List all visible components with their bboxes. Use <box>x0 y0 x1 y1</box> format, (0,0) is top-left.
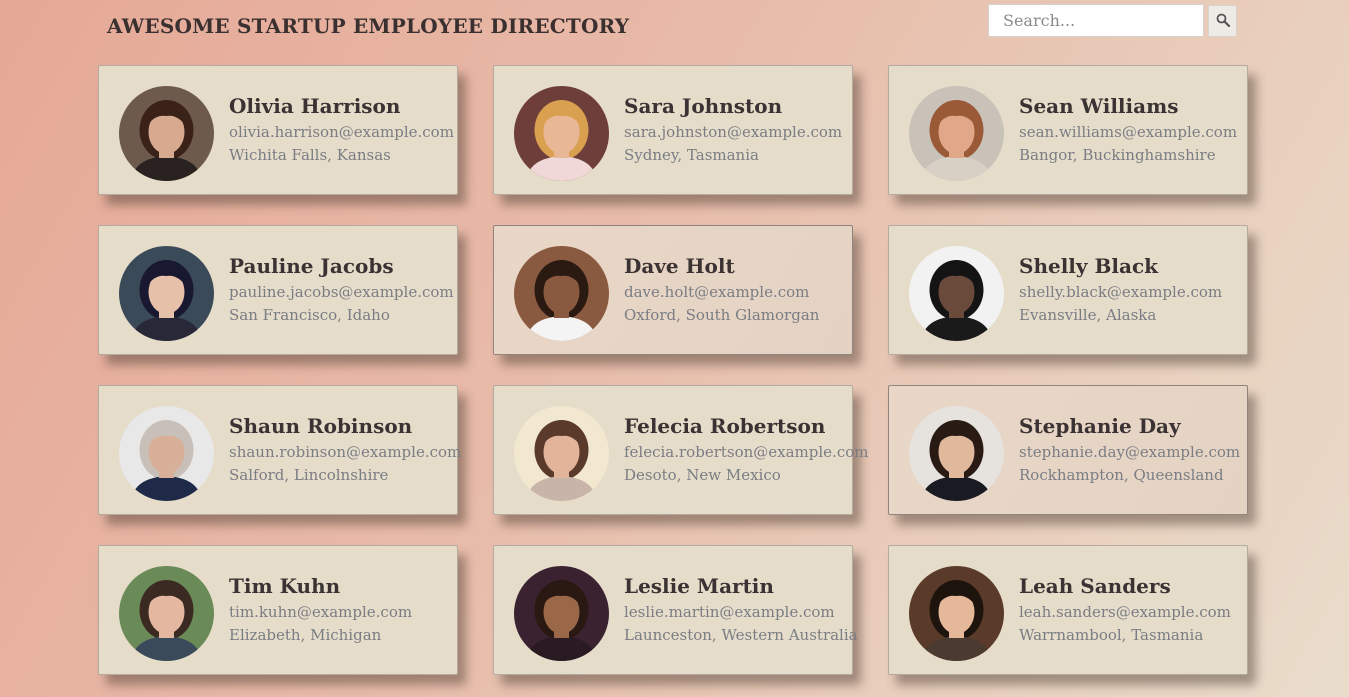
employee-email: tim.kuhn@example.com <box>229 603 413 621</box>
employee-card[interactable]: Sean Williams sean.williams@example.com Ba… <box>888 65 1248 195</box>
avatar <box>119 406 214 501</box>
portrait-image <box>119 246 214 341</box>
employee-name: Olivia Harrison <box>229 94 401 118</box>
portrait-image <box>514 246 609 341</box>
avatar <box>909 566 1004 661</box>
employee-name: Stephanie Day <box>1019 414 1181 438</box>
employee-email: felecia.robertson@example.com <box>624 443 869 461</box>
employee-email: pauline.jacobs@example.com <box>229 283 454 301</box>
employee-card[interactable]: Leah Sanders leah.sanders@example.com Warr… <box>888 545 1248 675</box>
avatar <box>514 86 609 181</box>
portrait-image <box>909 566 1004 661</box>
employee-name: Felecia Robertson <box>624 414 826 438</box>
employee-card[interactable]: Leslie Martin leslie.martin@example.com La… <box>493 545 858 675</box>
employee-location: Sydney, Tasmania <box>624 146 759 164</box>
employee-email: shaun.robinson@example.com <box>229 443 462 461</box>
employee-email: sean.williams@example.com <box>1019 123 1238 141</box>
employee-card[interactable]: Shaun Robinson shaun.robinson@example.com… <box>98 385 462 515</box>
portrait-image <box>514 86 609 181</box>
employee-name: Leslie Martin <box>624 574 774 598</box>
employee-location: Desoto, New Mexico <box>624 466 781 484</box>
portrait-image <box>119 86 214 181</box>
employee-name: Shaun Robinson <box>229 414 413 438</box>
employee-name: Sara Johnston <box>624 94 783 118</box>
portrait-image <box>119 406 214 501</box>
employee-card[interactable]: Shelly Black shelly.black@example.com Evan… <box>888 225 1248 355</box>
avatar <box>119 246 214 341</box>
employee-location: Evansville, Alaska <box>1019 306 1157 324</box>
portrait-image <box>514 406 609 501</box>
employee-card[interactable]: Stephanie Day stephanie.day@example.com Ro… <box>888 385 1248 515</box>
avatar <box>119 566 214 661</box>
avatar <box>909 86 1004 181</box>
magnifier-icon <box>1216 12 1230 31</box>
employee-location: Rockhampton, Queensland <box>1019 466 1224 484</box>
employee-name: Shelly Black <box>1019 254 1158 278</box>
employee-card[interactable]: Felecia Robertson felecia.robertson@examp… <box>493 385 868 515</box>
portrait-image <box>119 566 214 661</box>
employee-location: Salford, Lincolnshire <box>229 466 389 484</box>
employee-card[interactable]: Tim Kuhn tim.kuhn@example.com Elizabeth, M… <box>98 545 458 675</box>
page-title: AWESOME STARTUP EMPLOYEE DIRECTORY <box>107 14 630 38</box>
avatar <box>514 406 609 501</box>
avatar <box>119 86 214 181</box>
search-input[interactable] <box>988 4 1204 37</box>
employee-email: leslie.martin@example.com <box>624 603 835 621</box>
avatar <box>909 246 1004 341</box>
employee-card[interactable]: Olivia Harrison olivia.harrison@example.c… <box>98 65 458 195</box>
employee-email: leah.sanders@example.com <box>1019 603 1231 621</box>
portrait-image <box>909 246 1004 341</box>
avatar <box>514 566 609 661</box>
employee-grid: Olivia Harrison olivia.harrison@example.c… <box>98 65 1248 675</box>
employee-card[interactable]: Pauline Jacobs pauline.jacobs@example.com… <box>98 225 458 355</box>
employee-location: Oxford, South Glamorgan <box>624 306 820 324</box>
avatar <box>514 246 609 341</box>
employee-name: Dave Holt <box>624 254 735 278</box>
employee-card[interactable]: Sara Johnston sara.johnston@example.com Sy… <box>493 65 853 195</box>
portrait-image <box>909 406 1004 501</box>
employee-name: Pauline Jacobs <box>229 254 394 278</box>
search-button[interactable] <box>1208 5 1237 37</box>
employee-name: Tim Kuhn <box>229 574 341 598</box>
employee-location: San Francisco, Idaho <box>229 306 390 324</box>
employee-email: olivia.harrison@example.com <box>229 123 454 141</box>
employee-location: Bangor, Buckinghamshire <box>1019 146 1216 164</box>
portrait-image <box>909 86 1004 181</box>
employee-email: shelly.black@example.com <box>1019 283 1223 301</box>
employee-location: Warrnambool, Tasmania <box>1019 626 1204 644</box>
employee-location: Launceston, Western Australia <box>624 626 858 644</box>
employee-name: Sean Williams <box>1019 94 1179 118</box>
portrait-image <box>514 566 609 661</box>
employee-card[interactable]: Dave Holt dave.holt@example.com Oxford, So… <box>493 225 853 355</box>
employee-email: stephanie.day@example.com <box>1019 443 1241 461</box>
employee-location: Elizabeth, Michigan <box>229 626 382 644</box>
employee-name: Leah Sanders <box>1019 574 1171 598</box>
employee-email: sara.johnston@example.com <box>624 123 843 141</box>
employee-email: dave.holt@example.com <box>624 283 810 301</box>
employee-location: Wichita Falls, Kansas <box>229 146 391 164</box>
avatar <box>909 406 1004 501</box>
